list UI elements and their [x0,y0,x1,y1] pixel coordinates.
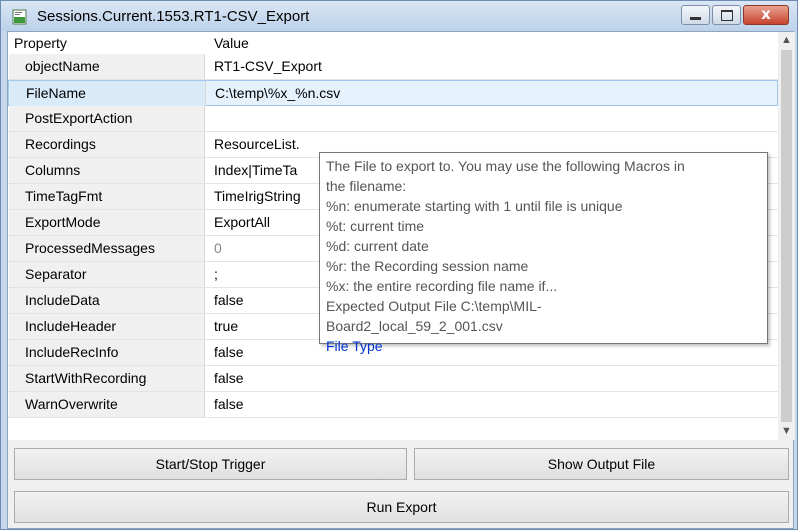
tooltip-line: Expected Output File C:\temp\MIL- [326,298,542,314]
property-row[interactable]: WarnOverwrite false [8,392,778,418]
property-name[interactable]: TimeTagFmt [9,184,205,209]
close-button[interactable]: x [743,5,789,25]
property-name[interactable]: PostExportAction [9,106,205,131]
property-row[interactable]: FileName C:\temp\%x_%n.csv [8,80,778,106]
start-stop-trigger-button[interactable]: Start/Stop Trigger [14,448,407,480]
property-name[interactable]: ExportMode [9,210,205,235]
scroll-down-icon[interactable]: ▼ [778,423,795,440]
header-property[interactable]: Property [14,35,67,51]
property-name[interactable]: IncludeData [9,288,205,313]
property-name[interactable]: FileName [10,81,206,106]
scroll-up-icon[interactable]: ▲ [778,32,795,49]
run-export-button[interactable]: Run Export [14,491,789,523]
header-value[interactable]: Value [214,35,249,51]
maximize-button[interactable] [712,5,741,25]
property-name[interactable]: WarnOverwrite [9,392,205,417]
property-row[interactable]: StartWithRecording false [8,366,778,392]
property-value[interactable]: false [214,366,778,391]
property-row[interactable]: PostExportAction [8,106,778,132]
tooltip-line: %n: enumerate starting with 1 until file… [326,198,623,214]
minimize-icon [690,17,701,20]
export-window: Sessions.Current.1553.RT1-CSV_Export x P… [0,0,798,530]
property-value[interactable]: C:\temp\%x_%n.csv [215,81,777,106]
property-value[interactable] [214,106,778,131]
grid-header: Property Value [8,32,778,54]
property-row[interactable]: objectName RT1-CSV_Export [8,54,778,80]
tooltip-line: the filename: [326,178,407,194]
maximize-icon [721,10,733,21]
tooltip-line: %t: current time [326,218,425,234]
property-name[interactable]: StartWithRecording [9,366,205,391]
close-icon: x [761,5,771,23]
property-name[interactable]: ProcessedMessages [9,236,205,261]
tooltip-line: %d: current date [326,238,429,254]
vertical-scrollbar[interactable]: ▲ ▼ [778,32,795,440]
property-name[interactable]: IncludeHeader [9,314,205,339]
window-client-area: Property Value objectName RT1-CSV_Export F… [7,31,795,529]
property-name[interactable]: Separator [9,262,205,287]
csv-file-icon [12,9,27,25]
tooltip-line: The File to export to. You may use the f… [326,158,685,174]
filename-tooltip: The File to export to. You may use the f… [319,152,768,354]
minimize-button[interactable] [681,5,710,25]
file-type-link[interactable]: File Type [326,336,761,356]
property-name[interactable]: IncludeRecInfo [9,340,205,365]
property-value[interactable]: RT1-CSV_Export [214,54,778,79]
scroll-thumb[interactable] [781,50,792,422]
property-value[interactable]: false [214,392,778,417]
window-title: Sessions.Current.1553.RT1-CSV_Export [37,8,310,25]
tooltip-line: %r: the Recording session name [326,258,529,274]
tooltip-line: Board2_local_59_2_001.csv [326,318,503,334]
property-name[interactable]: Recordings [9,132,205,157]
show-output-file-button[interactable]: Show Output File [414,448,789,480]
tooltip-line: %x: the entire recording file name if... [326,278,558,294]
title-bar[interactable]: Sessions.Current.1553.RT1-CSV_Export x [1,1,797,31]
property-name[interactable]: objectName [9,54,205,79]
property-name[interactable]: Columns [9,158,205,183]
tooltip-text: The File to export to. You may use the f… [326,156,761,336]
